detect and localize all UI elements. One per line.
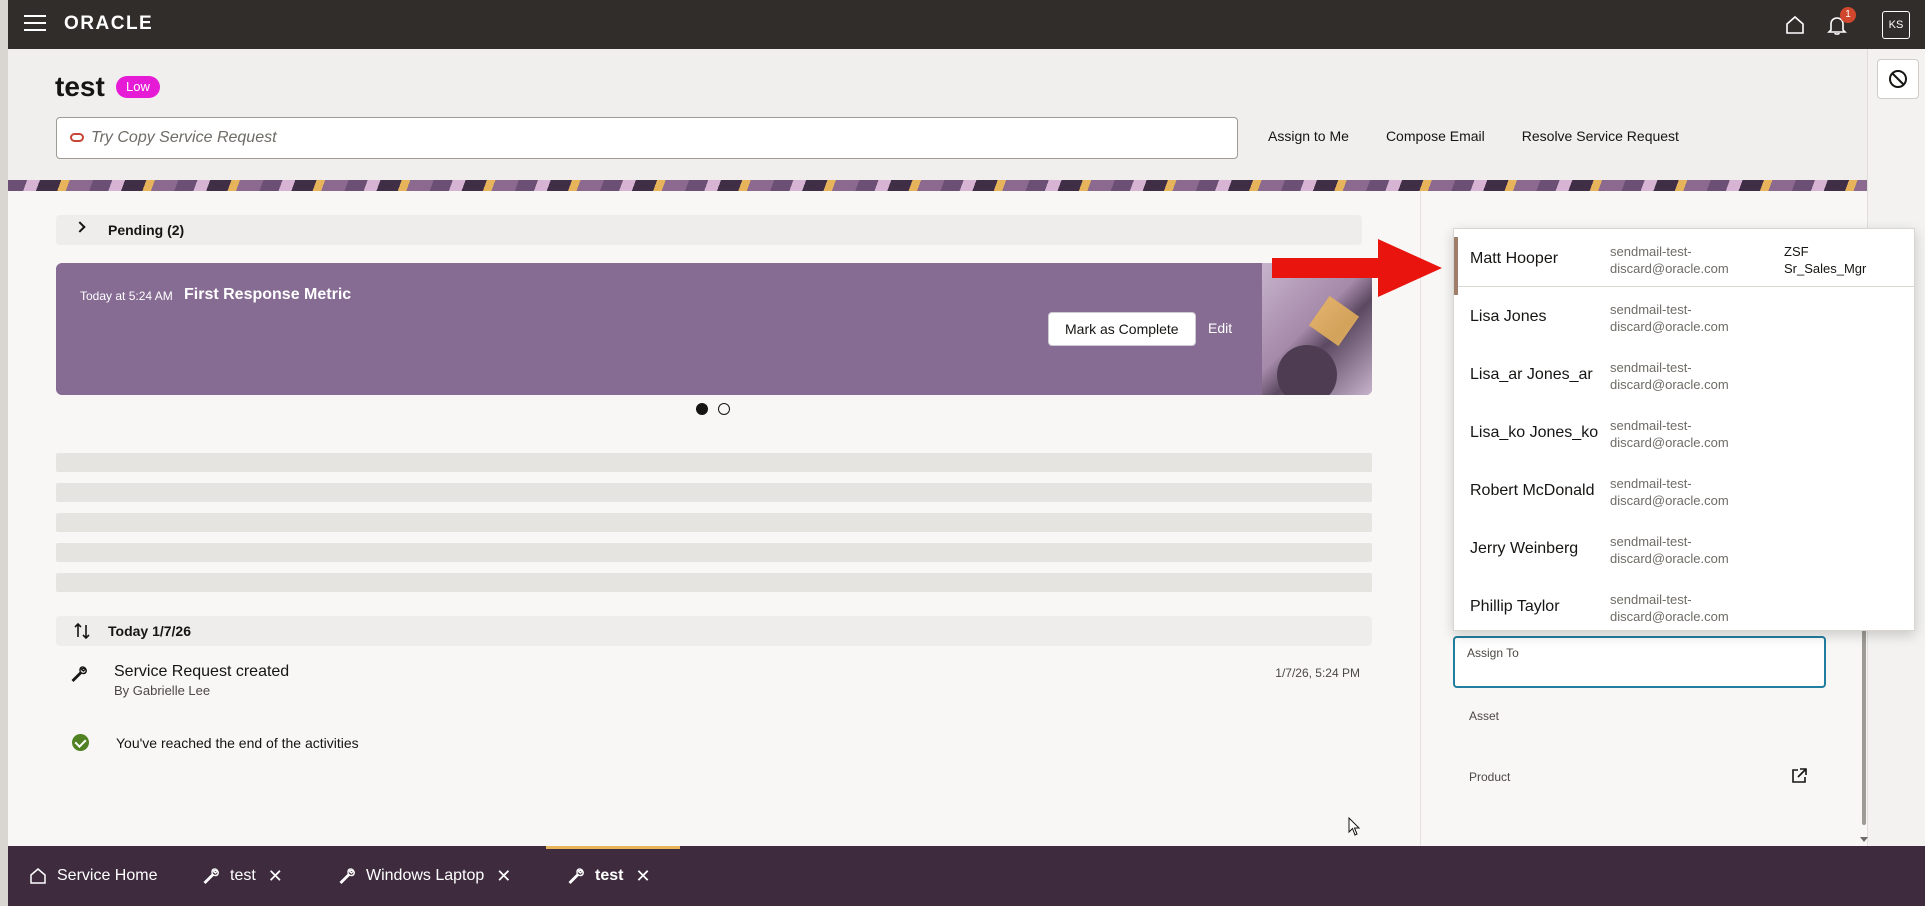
user-avatar[interactable]: KS	[1882, 10, 1910, 39]
metric-title: First Response Metric	[184, 286, 352, 303]
loading-skeleton-row	[56, 453, 1372, 472]
activity-item[interactable]: Service Request created By Gabrielle Lee…	[56, 663, 1372, 703]
edit-button[interactable]: Edit	[1208, 320, 1232, 336]
priority-badge: Low	[116, 76, 160, 98]
carousel-dot-2[interactable]	[718, 403, 730, 415]
mark-as-complete-button[interactable]: Mark as Complete	[1048, 312, 1196, 346]
assignee-name: Lisa_ko Jones_ko	[1470, 424, 1599, 441]
assignee-option[interactable]: Robert McDonald sendmail-test-discard@or…	[1454, 461, 1914, 519]
wrench-icon	[70, 665, 88, 688]
tab-label: Service Home	[57, 867, 158, 884]
red-arrow-icon	[1272, 239, 1442, 297]
assignee-option[interactable]: Phillip Taylor sendmail-test-discard@ora…	[1454, 577, 1914, 630]
activity-timestamp: 1/7/26, 5:24 PM	[1275, 666, 1360, 680]
assignee-email: sendmail-test-discard@oracle.com	[1610, 418, 1729, 450]
side-panel-scrollbar[interactable]	[1862, 630, 1866, 825]
assign-to-label: Assign To	[1467, 646, 1519, 660]
timeline-date-header: Today 1/7/26	[56, 616, 1372, 646]
block-icon[interactable]	[1877, 59, 1919, 99]
timeline-date-label: Today 1/7/26	[108, 623, 192, 639]
assignee-option[interactable]: Lisa_ar Jones_ar sendmail-test-discard@o…	[1454, 345, 1914, 403]
sort-icon[interactable]	[72, 621, 92, 646]
assignee-name: Robert McDonald	[1470, 482, 1595, 499]
assign-to-field[interactable]: Assign To	[1453, 636, 1826, 688]
metric-card: Today at 5:24 AM First Response Metric M…	[56, 263, 1372, 395]
header-actions: Assign to Me Compose Email Resolve Servi…	[1268, 128, 1716, 144]
carousel-dot-1[interactable]	[696, 403, 708, 415]
notification-count-badge: 1	[1840, 6, 1856, 23]
assignee-name: Lisa_ar Jones_ar	[1470, 366, 1593, 383]
end-of-activities-text: You've reached the end of the activities	[116, 735, 359, 751]
assignee-email: sendmail-test-discard@oracle.com	[1610, 592, 1729, 624]
loading-skeleton-row	[56, 513, 1372, 532]
menu-icon[interactable]	[24, 15, 46, 33]
decorative-banner	[8, 180, 1867, 191]
page-header: test Low Assign to Me Compose Email Reso…	[8, 49, 1867, 180]
metric-time: Today at 5:24 AM	[80, 289, 173, 303]
assignee-option[interactable]: Lisa Jones sendmail-test-discard@oracle.…	[1454, 287, 1914, 345]
left-edge-strip	[0, 0, 8, 906]
tab-label: test	[230, 867, 256, 884]
oracle-logo: ORACLE	[64, 13, 154, 34]
assignee-email: sendmail-test-discard@oracle.com	[1610, 302, 1729, 334]
loading-skeleton-row	[56, 543, 1372, 562]
scroll-down-arrow-icon[interactable]	[1860, 837, 1868, 842]
assignee-email: sendmail-test-discard@oracle.com	[1610, 360, 1729, 392]
tab-test[interactable]: test ✕	[202, 846, 283, 906]
mouse-cursor-icon	[1348, 817, 1361, 836]
tab-windows-laptop[interactable]: Windows Laptop ✕	[338, 846, 511, 906]
close-icon[interactable]: ✕	[268, 866, 283, 887]
tab-test-active[interactable]: test ✕	[567, 846, 651, 906]
search-field[interactable]	[56, 117, 1238, 159]
assignee-name: Jerry Weinberg	[1470, 540, 1579, 557]
ask-oracle-icon	[70, 133, 84, 142]
wrench-icon	[338, 867, 356, 885]
assignee-name: Matt Hooper	[1470, 250, 1559, 267]
assignee-email: sendmail-test-discard@oracle.com	[1610, 244, 1729, 276]
resolve-service-request-button[interactable]: Resolve Service Request	[1522, 128, 1679, 144]
activity-author: By Gabrielle Lee	[114, 683, 211, 698]
assignee-role: ZSF Sr_Sales_Mgr	[1784, 244, 1867, 276]
tab-label: test	[595, 867, 624, 884]
home-icon	[29, 867, 47, 885]
loading-skeleton-row	[56, 573, 1372, 592]
top-bar-icons: 1 KS	[1780, 0, 1925, 49]
activity-title: Service Request created	[114, 663, 290, 680]
asset-label: Asset	[1469, 709, 1500, 723]
end-of-activities: You've reached the end of the activities	[56, 733, 656, 753]
tab-service-home[interactable]: Service Home	[29, 846, 157, 906]
tab-label: Windows Laptop	[366, 867, 485, 884]
top-navigation-bar: ORACLE 1 KS	[8, 0, 1925, 49]
compose-email-button[interactable]: Compose Email	[1386, 128, 1485, 144]
assignee-option[interactable]: Matt Hooper sendmail-test-discard@oracle…	[1454, 229, 1914, 295]
open-external-icon[interactable]	[1790, 767, 1808, 790]
carousel-dots	[696, 403, 740, 415]
assignee-name: Lisa Jones	[1470, 308, 1547, 325]
assign-to-input[interactable]	[1467, 664, 1807, 684]
assignee-option[interactable]: Jerry Weinberg sendmail-test-discard@ora…	[1454, 519, 1914, 577]
assignee-dropdown: Matt Hooper sendmail-test-discard@oracle…	[1453, 228, 1915, 631]
chevron-right-icon	[74, 221, 86, 233]
assign-to-me-button[interactable]: Assign to Me	[1268, 128, 1349, 144]
check-circle-icon	[72, 734, 89, 751]
wrench-icon	[567, 867, 585, 885]
close-icon[interactable]: ✕	[496, 866, 511, 887]
page-title: test	[55, 71, 105, 102]
assignee-option[interactable]: Lisa_ko Jones_ko sendmail-test-discard@o…	[1454, 403, 1914, 461]
close-icon[interactable]: ✕	[635, 866, 650, 887]
search-input[interactable]	[91, 118, 1221, 158]
activity-panel: Pending (2) Today at 5:24 AM First Respo…	[8, 191, 1420, 846]
pending-label: Pending (2)	[108, 222, 185, 238]
assignee-email: sendmail-test-discard@oracle.com	[1610, 476, 1729, 508]
notifications-bell-icon[interactable]: 1	[1822, 6, 1856, 40]
bottom-tab-bar: Service Home test ✕ Windows Laptop ✕ tes…	[8, 846, 1925, 906]
assignee-email: sendmail-test-discard@oracle.com	[1610, 534, 1729, 566]
wrench-icon	[202, 867, 220, 885]
product-label: Product	[1469, 770, 1511, 784]
pending-section-toggle[interactable]: Pending (2)	[56, 215, 1362, 245]
assignee-name: Phillip Taylor	[1470, 598, 1560, 615]
home-icon[interactable]	[1780, 10, 1810, 40]
loading-skeleton-row	[56, 483, 1372, 502]
